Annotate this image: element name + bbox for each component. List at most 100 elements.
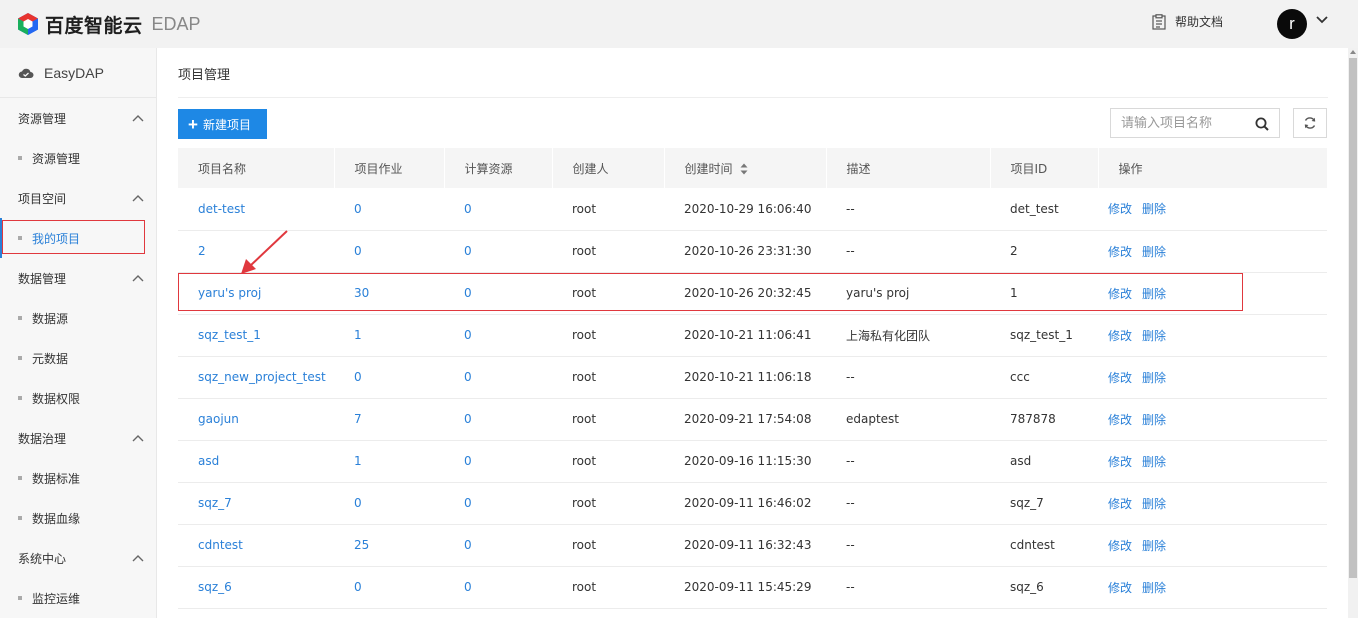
search-input[interactable]	[1121, 115, 1251, 131]
cell-project-jobs[interactable]: 0	[334, 230, 444, 273]
cell-compute[interactable]: 0	[444, 440, 552, 483]
cell-creator: root	[552, 398, 664, 441]
cell-actions: 修改 删除	[1098, 314, 1327, 357]
cell-project-jobs[interactable]: 0	[334, 188, 444, 231]
cell-project-id: 787878	[990, 398, 1098, 441]
cell-project-name[interactable]: asd	[178, 440, 334, 483]
sidebar-item-metadata[interactable]: 元数据	[0, 338, 156, 378]
cell-project-jobs[interactable]: 0	[334, 566, 444, 609]
edit-link[interactable]: 修改	[1108, 371, 1132, 385]
delete-link[interactable]: 删除	[1142, 539, 1166, 553]
cell-compute[interactable]: 0	[444, 524, 552, 567]
baidu-cloud-logo[interactable]: 百度智能云 EDAP	[16, 11, 201, 37]
sidebar-group-data-governance[interactable]: 数据治理	[0, 418, 156, 458]
delete-link[interactable]: 删除	[1142, 245, 1166, 259]
cell-compute[interactable]: 0	[444, 482, 552, 525]
cell-project-jobs[interactable]: 1	[334, 314, 444, 357]
cell-project-jobs[interactable]: 25	[334, 524, 444, 567]
edit-link[interactable]: 修改	[1108, 581, 1132, 595]
sidebar-group-data-management[interactable]: 数据管理	[0, 258, 156, 298]
cell-project-name[interactable]: sqz_test_1	[178, 314, 334, 357]
cell-created-time: 2020-10-26 20:32:45	[664, 272, 826, 315]
plus-icon: +	[188, 114, 198, 134]
cell-project-name[interactable]: sqz_new_project_test	[178, 356, 334, 399]
delete-link[interactable]: 删除	[1142, 581, 1166, 595]
cell-project-jobs[interactable]: 1	[334, 440, 444, 483]
cell-creator: root	[552, 524, 664, 567]
cell-compute[interactable]: 0	[444, 566, 552, 609]
annotation-arrow	[241, 230, 288, 274]
sidebar: EasyDAP 资源管理 资源管理 项目空间 我的项目 数据管理 数据源 元数据…	[0, 48, 157, 618]
sidebar-item-label: 我的项目	[32, 231, 81, 246]
sidebar-item-my-projects[interactable]: 我的项目	[0, 218, 156, 258]
delete-link[interactable]: 删除	[1142, 497, 1166, 511]
sidebar-group-project-space[interactable]: 项目空间	[0, 178, 156, 218]
cell-created-time: 2020-09-21 17:54:08	[664, 398, 826, 441]
cell-project-name[interactable]: gaojun	[178, 398, 334, 441]
help-docs-link[interactable]: 帮助文档	[1152, 13, 1223, 30]
cell-compute[interactable]: 0	[444, 398, 552, 441]
delete-link[interactable]: 删除	[1142, 329, 1166, 343]
edit-link[interactable]: 修改	[1108, 455, 1132, 469]
vertical-scrollbar[interactable]	[1348, 48, 1358, 618]
delete-link[interactable]: 删除	[1142, 287, 1166, 301]
sidebar-group-resource[interactable]: 资源管理	[0, 98, 156, 138]
cell-project-jobs[interactable]: 7	[334, 398, 444, 441]
sidebar-item-data-source[interactable]: 数据源	[0, 298, 156, 338]
cell-project-name[interactable]: yaru's proj	[178, 272, 334, 315]
brand-name: 百度智能云	[45, 14, 143, 37]
sidebar-group-system-center[interactable]: 系统中心	[0, 538, 156, 578]
delete-link[interactable]: 删除	[1142, 371, 1166, 385]
cell-project-name[interactable]: det-test	[178, 188, 334, 231]
cell-project-jobs[interactable]: 0	[334, 482, 444, 525]
sidebar-item-monitoring[interactable]: 监控运维	[0, 578, 156, 618]
edit-link[interactable]: 修改	[1108, 539, 1132, 553]
bullet-icon	[18, 516, 22, 520]
cell-project-jobs[interactable]: 0	[334, 356, 444, 399]
chevron-up-icon	[132, 275, 144, 282]
cell-compute[interactable]: 0	[444, 272, 552, 315]
cloud-icon	[18, 68, 34, 78]
cell-compute[interactable]: 0	[444, 188, 552, 231]
edit-link[interactable]: 修改	[1108, 497, 1132, 511]
edit-link[interactable]: 修改	[1108, 413, 1132, 427]
refresh-button[interactable]	[1293, 108, 1327, 138]
edit-link[interactable]: 修改	[1108, 202, 1132, 216]
column-header-actions: 操作	[1098, 148, 1328, 188]
search-icon[interactable]	[1255, 117, 1269, 131]
column-header-created-time[interactable]: 创建时间	[664, 148, 827, 188]
sort-icon[interactable]	[740, 163, 748, 175]
scroll-up-arrow-icon[interactable]	[1350, 50, 1356, 54]
bullet-icon	[18, 156, 22, 160]
scrollbar-thumb[interactable]	[1349, 58, 1357, 578]
edit-link[interactable]: 修改	[1108, 287, 1132, 301]
sidebar-group-label: 数据治理	[18, 431, 67, 446]
edit-link[interactable]: 修改	[1108, 329, 1132, 343]
column-header-name: 项目名称	[178, 148, 335, 188]
table-body: det-test 0 0 root 2020-10-29 16:06:40 -- det_t…	[178, 188, 1327, 609]
cell-project-name[interactable]: sqz_6	[178, 566, 334, 609]
sidebar-app-title[interactable]: EasyDAP	[0, 48, 156, 98]
cell-project-name[interactable]: cdntest	[178, 524, 334, 567]
sidebar-item-data-standards[interactable]: 数据标准	[0, 458, 156, 498]
table-row: det-test 0 0 root 2020-10-29 16:06:40 -- det_t…	[178, 188, 1327, 231]
delete-link[interactable]: 删除	[1142, 202, 1166, 216]
chevron-down-icon[interactable]	[1316, 16, 1328, 24]
new-project-button[interactable]: + 新建项目	[178, 109, 267, 139]
table-row: gaojun 7 0 root 2020-09-21 17:54:08 edaptest 7…	[178, 398, 1327, 441]
chevron-up-icon	[132, 435, 144, 442]
sidebar-item-data-lineage[interactable]: 数据血缘	[0, 498, 156, 538]
cell-compute[interactable]: 0	[444, 230, 552, 273]
cell-compute[interactable]: 0	[444, 356, 552, 399]
sidebar-item-data-permissions[interactable]: 数据权限	[0, 378, 156, 418]
sidebar-item-resource-management[interactable]: 资源管理	[0, 138, 156, 178]
user-avatar[interactable]: r	[1277, 9, 1307, 39]
cell-project-jobs[interactable]: 30	[334, 272, 444, 315]
cell-project-name[interactable]: sqz_7	[178, 482, 334, 525]
sidebar-item-label: 资源管理	[32, 151, 81, 166]
cell-compute[interactable]: 0	[444, 314, 552, 357]
delete-link[interactable]: 删除	[1142, 455, 1166, 469]
delete-link[interactable]: 删除	[1142, 413, 1166, 427]
edit-link[interactable]: 修改	[1108, 245, 1132, 259]
cell-project-id: sqz_7	[990, 482, 1098, 525]
